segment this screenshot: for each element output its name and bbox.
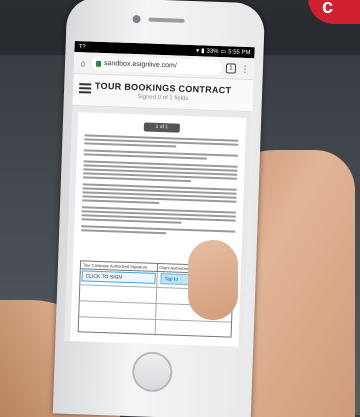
menu-dots-icon[interactable]: ⋮ <box>240 63 250 73</box>
page-indicator: 1 of 1 <box>143 122 180 133</box>
address-field[interactable]: sandbox.esignlive.com/ <box>91 55 223 76</box>
hamburger-menu-icon[interactable] <box>78 83 92 94</box>
url-text: sandbox.esignlive.com/ <box>103 59 177 70</box>
battery-percent: 33% <box>206 48 219 55</box>
status-left: T? <box>78 43 86 50</box>
lock-icon <box>95 60 102 67</box>
home-button[interactable] <box>131 351 173 393</box>
earpiece-speaker <box>148 17 185 23</box>
paragraph <box>82 183 237 206</box>
status-right: ▾ ▮ 33% ▭ 5:55 PM <box>196 47 251 56</box>
front-camera <box>132 14 141 24</box>
phone-device: T? ▾ ▮ 33% ▭ 5:55 PM ⌂ sandbox.esignlive… <box>52 0 266 417</box>
paragraph <box>83 160 238 183</box>
wifi-icon: ▾ <box>196 48 200 55</box>
paragraph <box>84 134 239 149</box>
brand-corner-badge: c <box>308 0 360 24</box>
paragraph <box>81 225 236 236</box>
status-time: 5:55 PM <box>228 48 251 56</box>
signal-icon: ▮ <box>201 48 205 55</box>
battery-icon: ▭ <box>220 49 227 56</box>
home-icon[interactable]: ⌂ <box>78 58 88 68</box>
paragraph <box>83 149 238 160</box>
brand-badge-text: c <box>322 0 334 18</box>
thumb <box>188 240 238 320</box>
paragraph <box>81 206 236 225</box>
tabs-button[interactable]: 1 <box>225 62 237 74</box>
